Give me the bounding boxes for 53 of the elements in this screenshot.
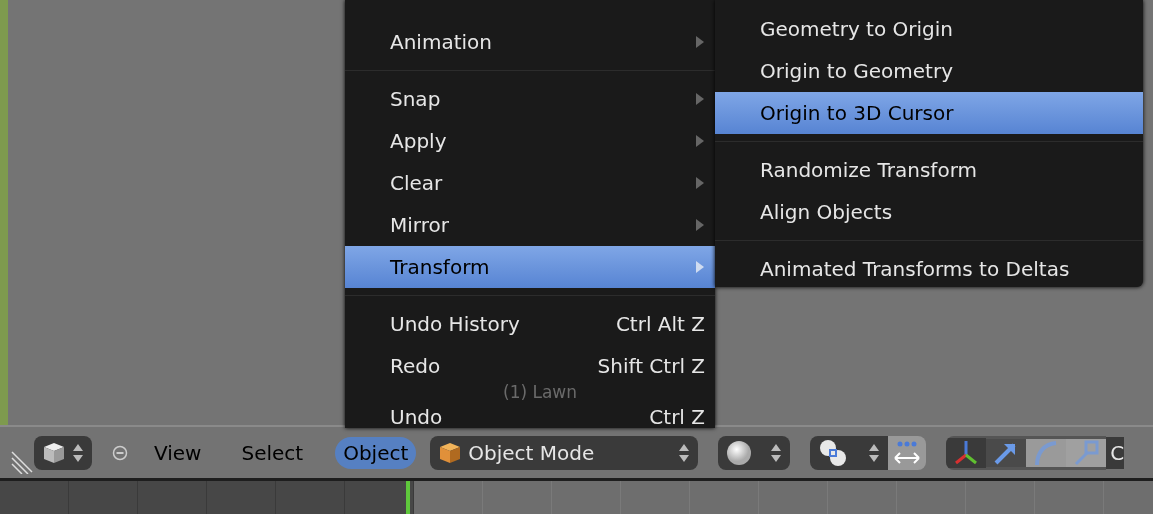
cube-icon	[42, 440, 66, 465]
submenu-arrow-icon	[695, 35, 705, 49]
current-frame-line	[406, 481, 410, 514]
pivot-dropdown[interactable]	[810, 435, 889, 470]
shortcut-label: Ctrl Alt Z	[615, 312, 705, 336]
scale-icon	[1072, 438, 1101, 467]
timeline-cell	[690, 481, 759, 514]
timeline-cell	[483, 481, 552, 514]
menu-item[interactable]: Origin to 3D Cursor	[715, 92, 1143, 134]
submenu-arrow-icon	[695, 260, 705, 274]
menu-item[interactable]: Undo Ctrl Z	[345, 405, 715, 429]
submenu-arrow-icon	[695, 176, 705, 190]
mode-dropdown[interactable]: Object Mode	[430, 435, 699, 470]
menu-item[interactable]: Animated Transforms to Deltas	[715, 248, 1143, 290]
menu-item[interactable]: Clear	[345, 162, 715, 204]
transform-manipulators[interactable]	[946, 435, 1107, 470]
manipulator-toggle[interactable]	[888, 435, 927, 470]
shortcut-label: Shift Ctrl Z	[597, 354, 705, 378]
menu-item[interactable]: Origin to Geometry	[715, 50, 1143, 92]
timeline-cell	[966, 481, 1035, 514]
menu-item[interactable]: Snap	[345, 78, 715, 120]
shading-dropdown[interactable]	[718, 435, 791, 470]
timeline-cell	[1035, 481, 1104, 514]
menu-item[interactable]: Geometry to Origin	[715, 8, 1143, 50]
timeline-cell	[1104, 481, 1153, 514]
shortcut-label: Ctrl Z	[649, 405, 705, 429]
header-menu[interactable]: View	[146, 436, 210, 469]
menu-item[interactable]: Transform	[345, 246, 715, 288]
submenu-arrow-icon	[695, 92, 705, 106]
resize-corner-icon	[10, 449, 34, 474]
timeline-cell	[621, 481, 690, 514]
timeline-cell	[828, 481, 897, 514]
menu-item[interactable]: Undo History Ctrl Alt Z	[345, 303, 715, 345]
header-label: C	[1106, 436, 1125, 469]
submenu-arrow-icon	[695, 218, 705, 232]
editor-type-button[interactable]	[34, 435, 92, 470]
header-menu[interactable]: Object	[335, 436, 417, 469]
pivot-icon	[818, 437, 849, 468]
menu-item[interactable]: Animation	[345, 21, 715, 63]
menu-item[interactable]: Randomize Transform	[715, 149, 1143, 191]
sphere-icon	[726, 439, 753, 466]
object-name-label: (1) Lawn	[503, 382, 578, 402]
cube-icon	[438, 440, 463, 465]
timeline-cell	[552, 481, 621, 514]
menu-item[interactable]: Apply	[345, 120, 715, 162]
timeline-cell	[414, 481, 483, 514]
timeline-cell	[759, 481, 828, 514]
menu-item[interactable]: Align Objects	[715, 191, 1143, 233]
menu-item[interactable]: Mirror	[345, 204, 715, 246]
collapse-icon	[112, 444, 128, 461]
submenu-arrow-icon	[695, 134, 705, 148]
timeline-cell	[897, 481, 966, 514]
header-menu[interactable]: Select	[233, 436, 312, 469]
